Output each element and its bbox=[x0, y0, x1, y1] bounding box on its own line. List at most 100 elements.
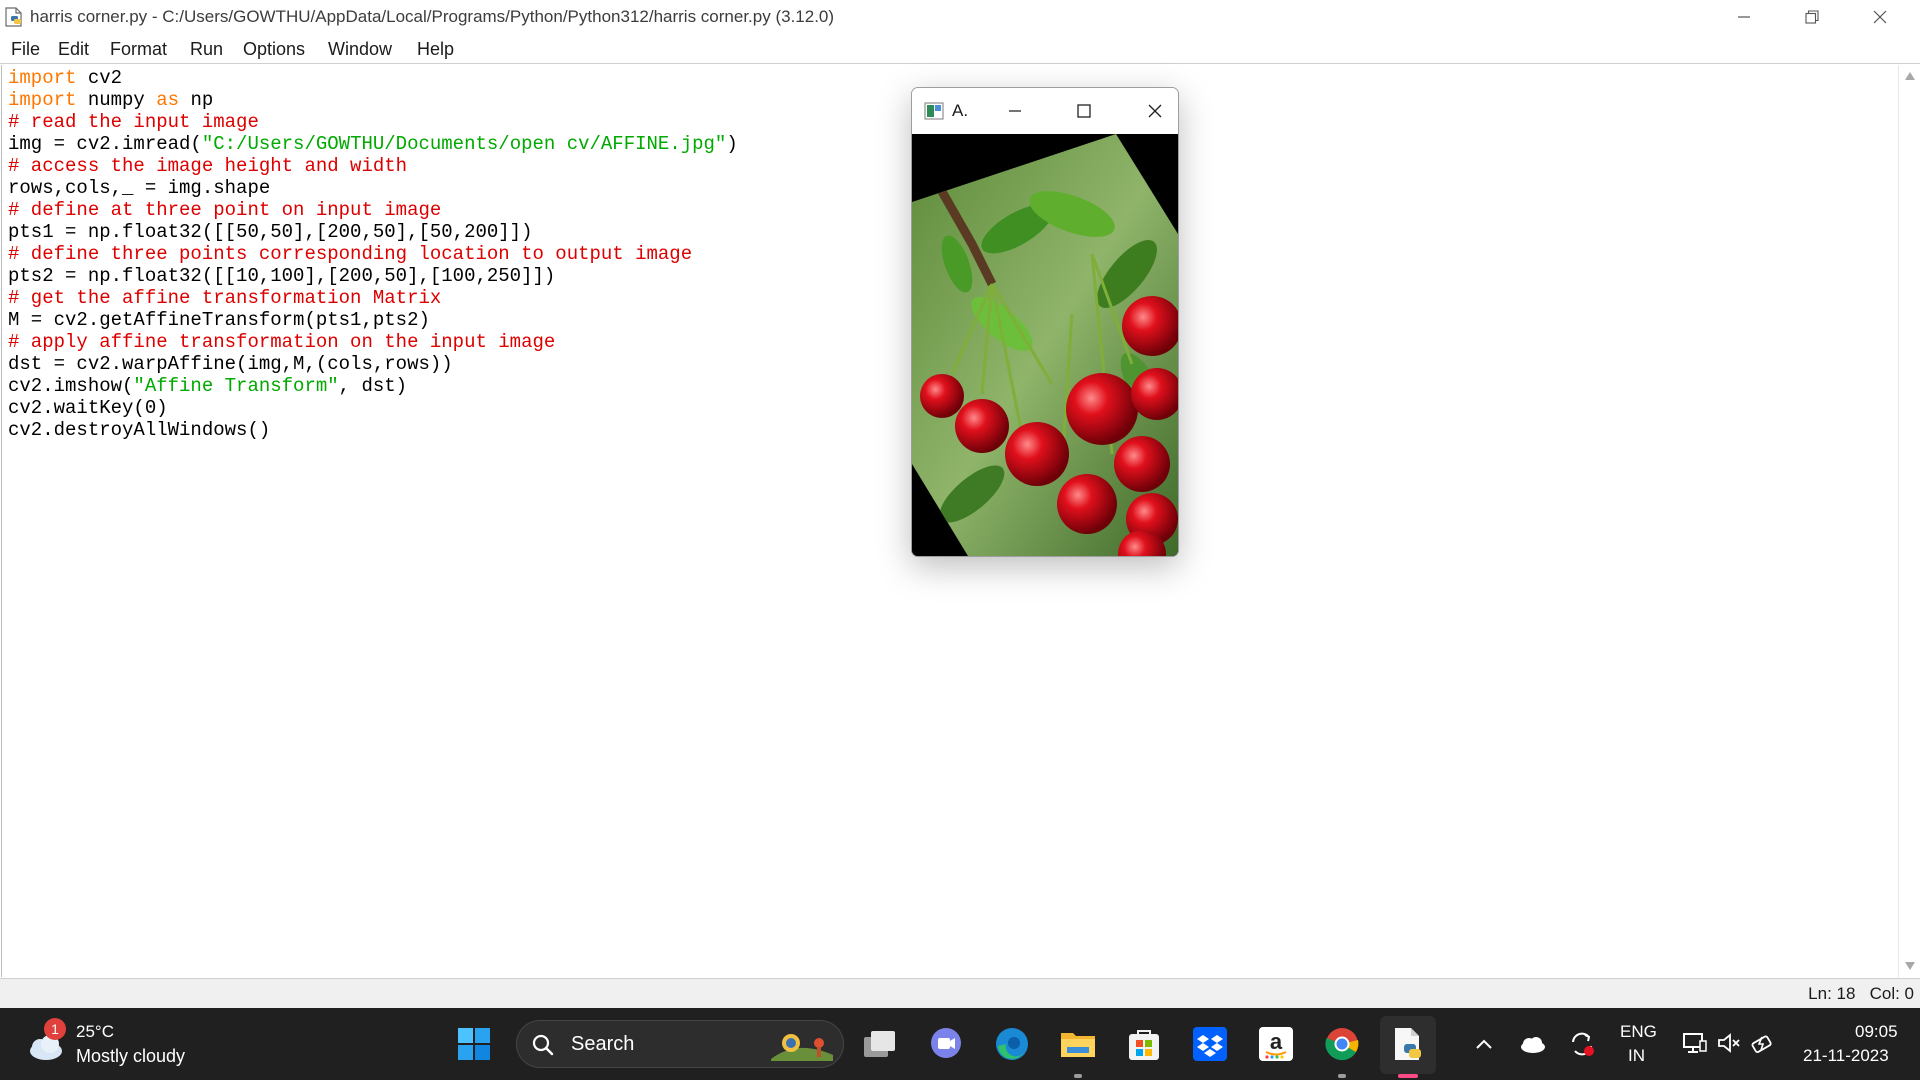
taskbar: 1 25°C Mostly cloudy Search a ENG IN 09:… bbox=[0, 1008, 1920, 1080]
code-line[interactable]: cv2.destroyAllWindows() bbox=[8, 419, 738, 441]
code-line[interactable]: # get the affine transformation Matrix bbox=[8, 287, 738, 309]
code-line[interactable]: # define three points corresponding loca… bbox=[8, 243, 738, 265]
code-token: cv2.destroyAllWindows() bbox=[8, 419, 271, 441]
chrome-icon bbox=[1325, 1028, 1359, 1061]
file-explorer-icon bbox=[1061, 1033, 1095, 1057]
battery-button[interactable] bbox=[1748, 1028, 1778, 1058]
code-token: img = cv2.imread( bbox=[8, 133, 202, 155]
amazon-button[interactable]: a bbox=[1256, 1024, 1296, 1064]
chrome-button[interactable] bbox=[1322, 1024, 1362, 1064]
affine-transform-window[interactable]: A. bbox=[911, 87, 1179, 557]
volume-muted-icon bbox=[1718, 1033, 1740, 1053]
display-icon bbox=[1683, 1033, 1707, 1053]
show-hidden-icons-button[interactable] bbox=[1472, 1030, 1496, 1058]
language-indicator-bottom[interactable]: IN bbox=[1628, 1046, 1645, 1066]
menu-file[interactable]: File bbox=[11, 34, 40, 64]
cv-window-titlebar[interactable]: A. bbox=[912, 88, 1178, 134]
code-token: dst = cv2.warpAffine(img,M,(cols,rows)) bbox=[8, 353, 453, 375]
code-line[interactable]: pts1 = np.float32([[50,50],[200,50],[50,… bbox=[8, 221, 738, 243]
task-view-button[interactable] bbox=[860, 1024, 900, 1064]
menu-window[interactable]: Window bbox=[328, 34, 392, 64]
code-token: M = cv2.getAffineTransform(pts1,pts2) bbox=[8, 309, 430, 331]
file-explorer-running-indicator bbox=[1074, 1074, 1082, 1078]
code-token: # get the affine transformation Matrix bbox=[8, 287, 442, 309]
code-line[interactable]: dst = cv2.warpAffine(img,M,(cols,rows)) bbox=[8, 353, 738, 375]
clock-time[interactable]: 09:05 bbox=[1855, 1022, 1898, 1042]
code-token: import bbox=[8, 67, 77, 89]
file-explorer-button[interactable] bbox=[1058, 1024, 1098, 1064]
code-line[interactable]: import cv2 bbox=[8, 67, 738, 89]
chevron-up-icon bbox=[1476, 1039, 1492, 1049]
amazon-icon: a bbox=[1259, 1027, 1293, 1061]
svg-text:a: a bbox=[1270, 1029, 1283, 1054]
close-button[interactable] bbox=[1846, 0, 1914, 34]
code-token: import bbox=[8, 89, 77, 111]
teams-chat-icon bbox=[931, 1028, 961, 1058]
python-file-icon bbox=[3, 6, 25, 28]
code-token: # apply affine transformation on the inp… bbox=[8, 331, 556, 353]
menu-format[interactable]: Format bbox=[110, 34, 167, 64]
sync-button[interactable] bbox=[1566, 1028, 1598, 1060]
code-token: , dst) bbox=[338, 375, 408, 397]
code-text[interactable]: import cv2 import numpy as np # read the i… bbox=[8, 67, 738, 441]
code-token: # access the image height and width bbox=[8, 155, 408, 177]
dropbox-button[interactable] bbox=[1190, 1024, 1230, 1064]
close-icon bbox=[1873, 10, 1887, 24]
taskbar-search-box[interactable]: Search bbox=[516, 1020, 844, 1068]
code-line[interactable]: cv2.imshow("Affine Transform", dst) bbox=[8, 375, 738, 397]
microsoft-store-button[interactable] bbox=[1124, 1024, 1164, 1064]
display-button[interactable] bbox=[1680, 1028, 1710, 1058]
edge-button[interactable] bbox=[992, 1024, 1032, 1064]
code-token: "C:/Users/GOWTHU/Documents/open cv/AFFIN… bbox=[201, 133, 727, 155]
start-button[interactable] bbox=[456, 1026, 492, 1062]
status-bar: Ln: 18 Col: 0 bbox=[0, 978, 1920, 1008]
edge-icon bbox=[996, 1028, 1028, 1060]
scroll-down-icon[interactable] bbox=[1905, 962, 1915, 970]
code-line[interactable]: # read the input image bbox=[8, 111, 738, 133]
code-line[interactable]: rows,cols,_ = img.shape bbox=[8, 177, 738, 199]
restore-button[interactable] bbox=[1778, 0, 1846, 34]
chrome-running-indicator bbox=[1338, 1074, 1346, 1078]
code-token: "Affine Transform" bbox=[133, 375, 339, 397]
code-token: # read the input image bbox=[8, 111, 259, 133]
restore-icon bbox=[1805, 10, 1819, 24]
menu-options[interactable]: Options bbox=[243, 34, 305, 64]
teams-chat-button[interactable] bbox=[926, 1024, 966, 1064]
minimize-icon bbox=[1738, 16, 1750, 18]
cv-minimize-button[interactable] bbox=[992, 88, 1038, 134]
menu-help[interactable]: Help bbox=[417, 34, 454, 64]
code-line[interactable]: # access the image height and width bbox=[8, 155, 738, 177]
weather-badge: 1 bbox=[44, 1018, 66, 1040]
clock-date[interactable]: 21-11-2023 bbox=[1803, 1046, 1889, 1066]
code-line[interactable]: import numpy as np bbox=[8, 89, 738, 111]
minimize-icon bbox=[1009, 110, 1021, 112]
code-line[interactable]: pts2 = np.float32([[10,100],[200,50],[10… bbox=[8, 265, 738, 287]
python-idle-icon bbox=[1395, 1028, 1421, 1060]
volume-button[interactable] bbox=[1714, 1028, 1744, 1058]
code-token: numpy bbox=[76, 89, 157, 111]
window-title: harris corner.py - C:/Users/GOWTHU/AppDa… bbox=[30, 7, 835, 26]
code-line[interactable]: img = cv2.imread("C:/Users/GOWTHU/Docume… bbox=[8, 133, 738, 155]
cv-maximize-button[interactable] bbox=[1061, 88, 1107, 134]
code-line[interactable]: M = cv2.getAffineTransform(pts1,pts2) bbox=[8, 309, 738, 331]
scroll-up-icon[interactable] bbox=[1905, 72, 1915, 80]
menu-run[interactable]: Run bbox=[190, 34, 223, 64]
code-line[interactable]: cv2.waitKey(0) bbox=[8, 397, 738, 419]
onedrive-button[interactable] bbox=[1518, 1030, 1548, 1058]
code-line[interactable]: # define at three point on input image bbox=[8, 199, 738, 221]
title-bar: harris corner.py - C:/Users/GOWTHU/AppDa… bbox=[0, 0, 1920, 34]
maximize-icon bbox=[1077, 104, 1091, 118]
cv-close-button[interactable] bbox=[1132, 88, 1178, 134]
dropbox-icon bbox=[1193, 1027, 1227, 1061]
vertical-scrollbar[interactable] bbox=[1898, 65, 1920, 977]
minimize-button[interactable] bbox=[1710, 0, 1778, 34]
search-highlight-icon bbox=[771, 1034, 833, 1061]
language-indicator-top[interactable]: ENG bbox=[1620, 1022, 1657, 1042]
code-token: cv2.imshow( bbox=[8, 375, 134, 397]
code-token: ) bbox=[726, 133, 738, 155]
code-line[interactable]: # apply affine transformation on the inp… bbox=[8, 331, 738, 353]
python-idle-button[interactable] bbox=[1380, 1016, 1436, 1074]
menu-edit[interactable]: Edit bbox=[58, 34, 89, 64]
sync-icon bbox=[1572, 1032, 1594, 1056]
search-icon bbox=[532, 1034, 554, 1056]
